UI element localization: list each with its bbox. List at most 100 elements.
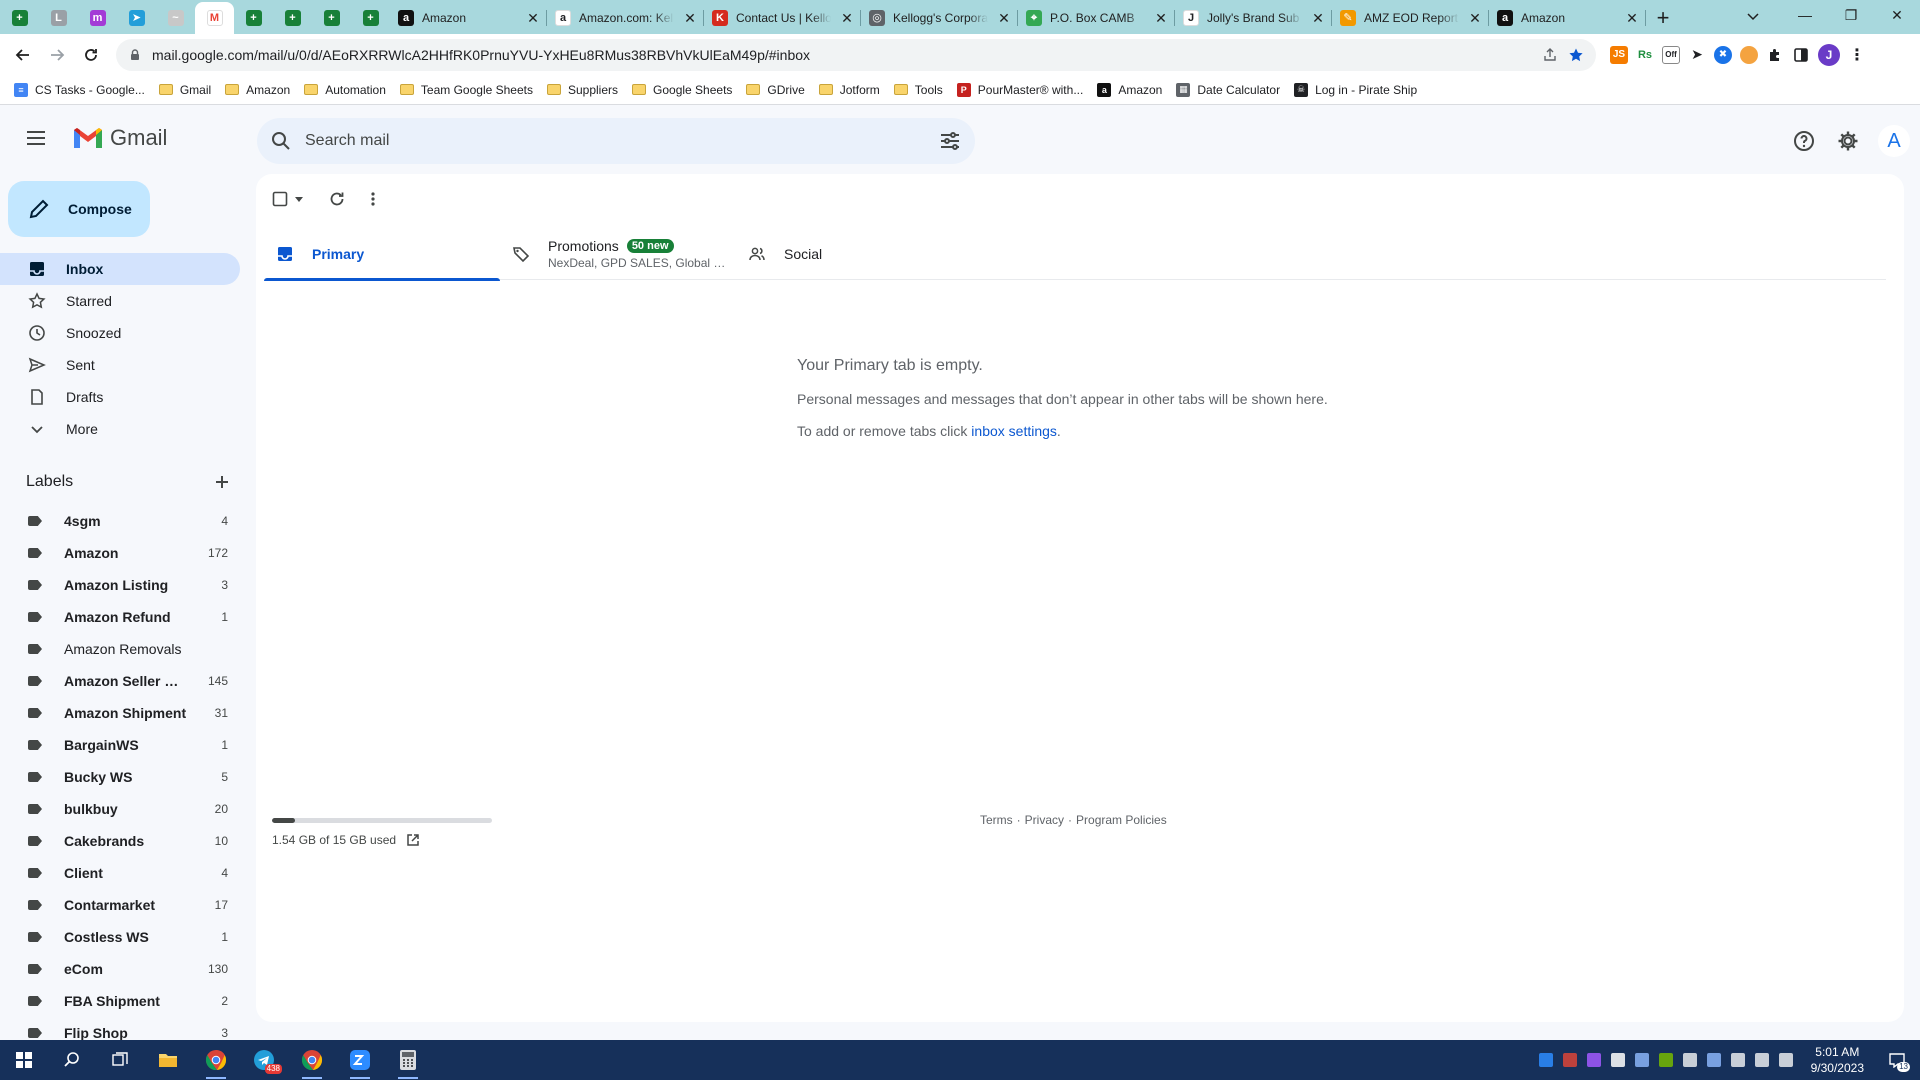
- bookmark-1[interactable]: Gmail: [155, 78, 221, 102]
- network-tray-icon[interactable]: [1730, 1053, 1745, 1067]
- label-item[interactable]: 4sgm 4: [0, 505, 240, 537]
- label-item[interactable]: Amazon Listing 3: [0, 569, 240, 601]
- taskbar-chrome[interactable]: [288, 1040, 336, 1080]
- tab-primary[interactable]: Primary: [264, 228, 500, 281]
- mic-tray-icon[interactable]: [1682, 1053, 1697, 1067]
- taskbar-file-explorer[interactable]: [144, 1040, 192, 1080]
- nav-item-snoozed[interactable]: Snoozed: [0, 317, 240, 349]
- tab-promotions[interactable]: Promotions 50 new NexDeal, GPD SALES, Glob…: [500, 228, 736, 280]
- label-item[interactable]: BargainWS 1: [0, 729, 240, 761]
- meet-tray-icon[interactable]: [1634, 1053, 1649, 1067]
- rs-extension-icon[interactable]: Rs: [1636, 45, 1654, 64]
- display-tray-icon[interactable]: [1706, 1053, 1721, 1067]
- puzzle-extensions-icon[interactable]: [1766, 45, 1784, 64]
- refresh-icon[interactable]: [328, 190, 346, 208]
- select-all-checkbox[interactable]: [272, 191, 304, 207]
- close-window-button[interactable]: ✕: [1874, 0, 1920, 30]
- back-button[interactable]: [6, 38, 40, 72]
- restore-button[interactable]: ❐: [1828, 0, 1874, 30]
- caret-down-icon[interactable]: [294, 194, 304, 204]
- taskbar-windows-start[interactable]: [0, 1040, 48, 1080]
- taskbar-telegram[interactable]: 438: [240, 1040, 288, 1080]
- account-avatar[interactable]: A: [1878, 125, 1910, 157]
- wifi-tray-icon[interactable]: [1754, 1053, 1769, 1067]
- off-extension-icon[interactable]: Off: [1662, 45, 1680, 64]
- browser-tab-13[interactable]: ◎ Kellogg's Corporate ✕: [861, 2, 1018, 34]
- label-item[interactable]: bulkbuy 20: [0, 793, 240, 825]
- search-options-icon[interactable]: [939, 131, 961, 151]
- nav-item-drafts[interactable]: Drafts: [0, 381, 240, 413]
- zoom-tray-icon[interactable]: [1538, 1053, 1553, 1067]
- nav-item-starred[interactable]: Starred: [0, 285, 240, 317]
- address-bar[interactable]: mail.google.com/mail/u/0/d/AEoRXRRWlcA2H…: [116, 38, 1596, 71]
- label-item[interactable]: FBA Shipment 2: [0, 985, 240, 1017]
- search-icon[interactable]: [271, 131, 291, 151]
- url-text[interactable]: mail.google.com/mail/u/0/d/AEoRXRRWlcA2H…: [152, 47, 1532, 63]
- taskbar-calculator[interactable]: [384, 1040, 432, 1080]
- support-button[interactable]: [1790, 127, 1818, 155]
- profile-avatar-icon[interactable]: J: [1818, 43, 1840, 66]
- gmail-logo[interactable]: Gmail: [72, 125, 167, 151]
- volume-tray-icon[interactable]: [1778, 1053, 1793, 1067]
- nav-item-more[interactable]: More: [0, 413, 240, 445]
- clock[interactable]: 5:01 AM 9/30/2023: [1803, 1044, 1872, 1076]
- label-item[interactable]: Cakebrands 10: [0, 825, 240, 857]
- bookmark-12[interactable]: ▦ Date Calculator: [1172, 78, 1290, 102]
- bookmark-10[interactable]: P PourMaster® with...: [953, 78, 1094, 102]
- browser-tab-9[interactable]: +: [351, 2, 390, 34]
- browser-tab-8[interactable]: +: [312, 2, 351, 34]
- share-icon[interactable]: [1542, 47, 1558, 63]
- terms-link[interactable]: Terms: [980, 813, 1013, 827]
- tab-social[interactable]: Social: [736, 228, 972, 280]
- label-item[interactable]: Amazon Refund 1: [0, 601, 240, 633]
- search-input[interactable]: [305, 132, 939, 150]
- label-item[interactable]: Amazon Removals: [0, 633, 240, 665]
- browser-tab-7[interactable]: +: [273, 2, 312, 34]
- taskbar-chrome-profile[interactable]: [192, 1040, 240, 1080]
- browser-tab-11[interactable]: a Amazon.com: Kellogg ✕: [547, 2, 704, 34]
- browser-tab-6[interactable]: +: [234, 2, 273, 34]
- orange-extension-icon[interactable]: [1740, 45, 1758, 64]
- browser-tab-3[interactable]: ➤: [117, 2, 156, 34]
- label-item[interactable]: Costless WS 1: [0, 921, 240, 953]
- blue-extension-icon[interactable]: ✖: [1714, 45, 1732, 64]
- pen-tray-icon[interactable]: [1586, 1053, 1601, 1067]
- label-item[interactable]: Contarmarket 17: [0, 889, 240, 921]
- label-item[interactable]: Amazon Seller Ce... 145: [0, 665, 240, 697]
- bookmark-13[interactable]: ☠ Log in - Pirate Ship: [1290, 78, 1427, 102]
- forward-button[interactable]: [40, 38, 74, 72]
- cloud-tray-icon[interactable]: [1610, 1053, 1625, 1067]
- close-tab-icon[interactable]: ✕: [1467, 10, 1483, 27]
- new-tab-button[interactable]: +: [1646, 2, 1680, 34]
- add-label-icon[interactable]: [214, 474, 230, 490]
- tab-search-button[interactable]: [1738, 2, 1768, 30]
- taskbar-task-view[interactable]: [96, 1040, 144, 1080]
- bookmark-9[interactable]: Tools: [890, 78, 953, 102]
- chrome-menu-icon[interactable]: ⋮: [1848, 45, 1866, 64]
- program-policies-link[interactable]: Program Policies: [1076, 813, 1167, 827]
- compose-button[interactable]: Compose: [8, 181, 150, 237]
- taskbar-search[interactable]: [48, 1040, 96, 1080]
- close-tab-icon[interactable]: ✕: [1624, 10, 1640, 27]
- side-panel-icon[interactable]: [1792, 45, 1810, 64]
- browser-tab-17[interactable]: a Amazon ✕: [1489, 2, 1646, 34]
- close-tab-icon[interactable]: ✕: [682, 10, 698, 27]
- bookmark-11[interactable]: a Amazon: [1093, 78, 1172, 102]
- close-tab-icon[interactable]: ✕: [996, 10, 1012, 27]
- label-item[interactable]: Client 4: [0, 857, 240, 889]
- cursor-extension-icon[interactable]: ➤: [1688, 45, 1706, 64]
- browser-tab-4[interactable]: ~: [156, 2, 195, 34]
- reload-button[interactable]: [74, 38, 108, 72]
- inbox-settings-link[interactable]: inbox settings: [971, 423, 1057, 439]
- label-item[interactable]: eCom 130: [0, 953, 240, 985]
- close-tab-icon[interactable]: ✕: [525, 10, 541, 27]
- browser-tab-0[interactable]: +: [0, 2, 39, 34]
- browser-tab-16[interactable]: ✎ AMZ EOD Report ✕: [1332, 2, 1489, 34]
- label-item[interactable]: Bucky WS 5: [0, 761, 240, 793]
- nav-item-inbox[interactable]: Inbox: [0, 253, 240, 285]
- browser-tab-5[interactable]: M: [195, 2, 234, 34]
- browser-tab-12[interactable]: K Contact Us | Kellogg ✕: [704, 2, 861, 34]
- close-tab-icon[interactable]: ✕: [1153, 10, 1169, 27]
- bookmark-2[interactable]: Amazon: [221, 78, 300, 102]
- label-item[interactable]: Amazon 172: [0, 537, 240, 569]
